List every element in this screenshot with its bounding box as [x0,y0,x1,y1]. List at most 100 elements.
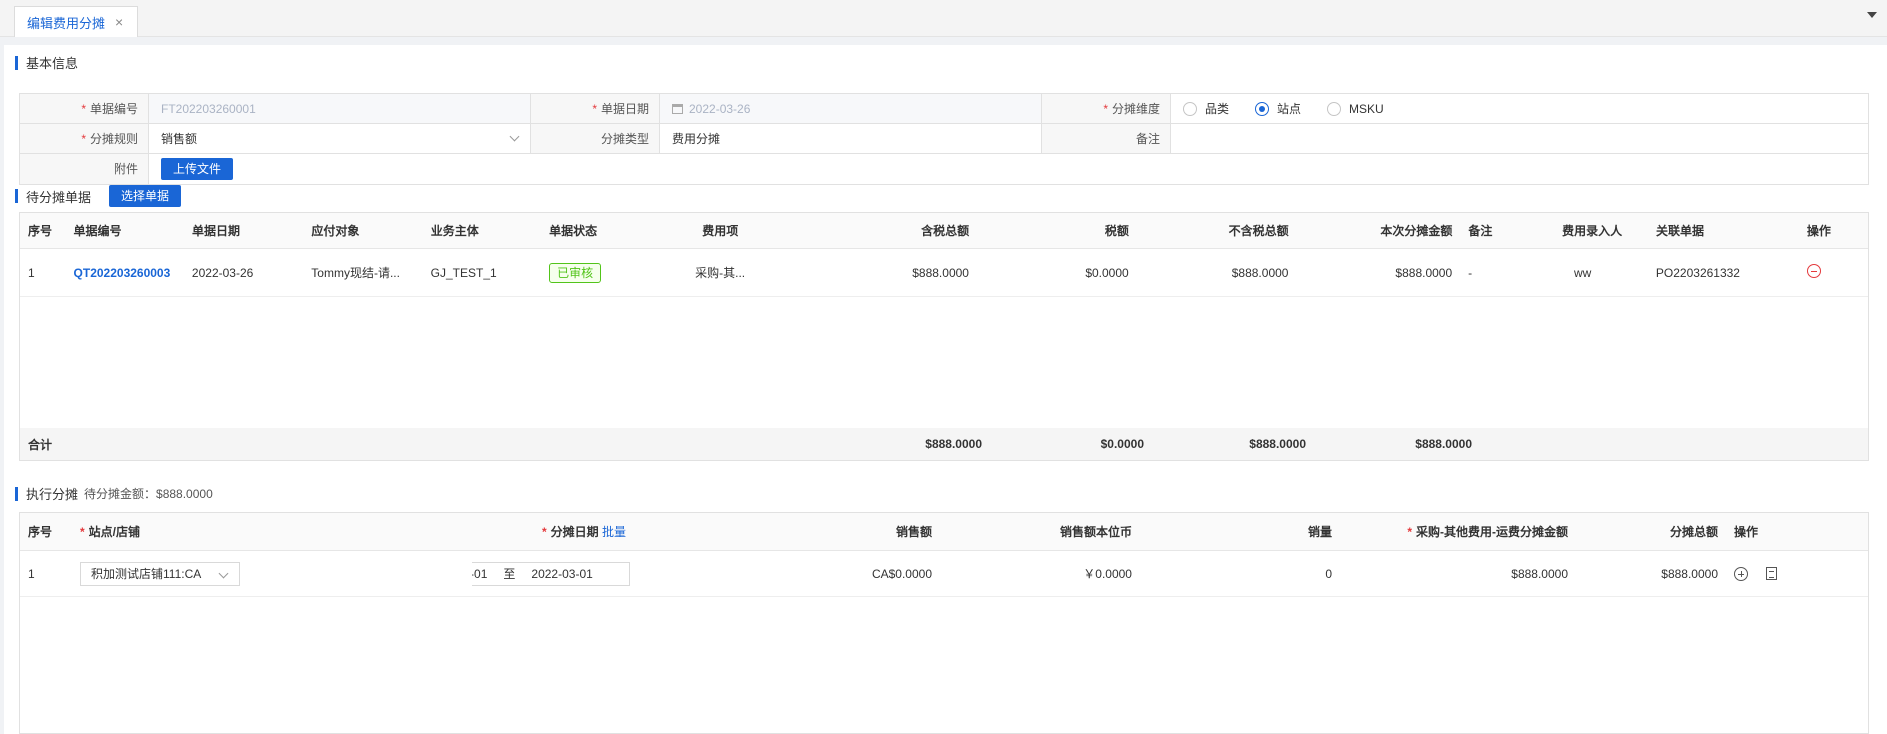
section-marker [15,189,18,203]
cell-idx: 1 [28,265,35,280]
dimension-label: * 分摊维度 [1042,94,1171,123]
doc-date-label: * 单据日期 [531,94,660,123]
cell-entity: GJ_TEST_1 [430,265,497,280]
remark-label: 备注 [1042,124,1171,153]
attach-label: 附件 [20,154,149,184]
col-tax: 税额 [1104,224,1129,238]
total-excl: $888.0000 [1249,437,1306,451]
cell-related: PO2203261332 [1655,265,1740,280]
section-marker [15,486,18,501]
cell-op [1726,566,1806,581]
cell-qty: 0 [1325,566,1332,581]
cell-remark: - [1468,265,1473,280]
select-docs-button[interactable]: 选择单据 [109,185,182,207]
total-incl: $888.0000 [925,437,982,451]
table-row: 1 积加测试店铺111:CA 2022-03-01 至 2022-03-01 C… [20,551,1868,597]
col-total-incl: 含税总额 [921,224,970,238]
col-sales: 销售额 [895,525,932,539]
cell-date: 2022-03-26 [191,265,254,280]
col-fee-item: 费用项 [702,224,739,238]
col-sales-local: 销售额本位币 [1059,525,1132,539]
radio-icon [1183,101,1197,116]
cell-site: 积加测试店铺111:CA [72,561,472,586]
col-op: 操作 [1806,224,1831,238]
cell-idx: 1 [28,566,35,581]
col-idx: 序号 [28,525,53,539]
radio-msku[interactable]: MSKU [1327,94,1384,124]
col-alloc: 本次分摊金额 [1380,224,1453,238]
date-to[interactable]: 2022-03-01 [531,567,592,581]
col-date: 单据日期 [191,224,240,238]
tab-edit-allocation[interactable]: 编辑费用分摊 × [14,6,139,37]
col-remark: 备注 [1468,224,1493,238]
site-select[interactable]: 积加测试店铺111:CA [80,561,240,586]
cell-total-incl: $888.0000 [912,265,969,280]
col-alloc-total: 分摊总额 [1669,525,1718,539]
basic-info-form: * 单据编号 FT202203260001 * 单据日期 2022-03-26 * 分… [19,93,1869,185]
doc-no-label: * 单据编号 [20,94,149,123]
table-row: 1 QT202203260003 2022-03-26 Tommy现结-请...… [20,249,1868,297]
col-entity: 业务主体 [430,224,479,238]
col-op: 操作 [1734,525,1759,539]
col-doc-no: 单据编号 [73,224,122,238]
section-execute: 执行分摊 待分摊金额：$888.0000 [15,484,213,503]
close-icon[interactable]: × [115,14,123,30]
cell-sales-local: ￥0.0000 [1083,567,1132,581]
cell-sales: CA$0.0000 [871,566,932,581]
cell-fee-item: 采购-其... [695,266,746,280]
col-qty: 销量 [1307,525,1332,539]
remove-circle-icon[interactable] [1806,264,1821,278]
calendar-icon [672,103,683,114]
doc-no-field: FT202203260001 [149,94,531,123]
add-circle-icon[interactable] [1734,566,1748,581]
radio-category[interactable]: 品类 [1183,94,1229,124]
date-range-picker[interactable]: 2022-03-01 至 2022-03-01 [472,561,630,586]
total-tax: $0.0000 [1100,437,1144,451]
type-label: 分摊类型 [531,124,660,153]
col-site: * 站点/店铺 [80,525,141,539]
date-from[interactable]: 2022-03-01 [472,567,487,581]
tab-label: 编辑费用分摊 [27,15,106,31]
tab-bar: 编辑费用分摊 × [0,0,1887,37]
radio-selected-icon [1255,101,1270,116]
col-date: * 分摊日期 批量 [542,525,627,539]
cell-fee: $888.0000 [1511,566,1568,581]
total-row: 合计 $888.0000 $0.0000 $888.0000 $888.0000 [20,428,1868,460]
col-idx: 序号 [28,224,53,238]
radio-site[interactable]: 站点 [1255,94,1301,124]
section-pending: 待分摊单据 选择单据 [15,185,182,207]
upload-file-button[interactable]: 上传文件 [161,158,234,180]
pending-docs-table: 序号 单据编号 单据日期 应付对象 业务主体 单据状态 费用项 含税总额 税额 … [19,212,1869,461]
cell-payee: Tommy现结-请... [311,266,400,280]
section-basic: 基本信息 [15,53,78,72]
doc-date-field: 2022-03-26 [660,94,1042,123]
doc-no-link[interactable]: QT202203260003 [66,266,184,280]
col-fee: * 采购-其他费用-运费分摊金额 [1407,525,1568,539]
rule-label: * 分摊规则 [20,124,149,153]
date-separator: 至 [503,567,516,581]
remark-field[interactable] [1171,124,1868,153]
attach-field: 上传文件 [149,154,1868,184]
main-content: 基本信息 * 单据编号 FT202203260001 * 单据日期 2022-03-… [4,45,1887,734]
total-alloc: $888.0000 [1415,437,1472,451]
cell-tax: $0.0000 [1085,265,1129,280]
type-value: 费用分摊 [660,124,1042,153]
col-total-excl: 不含税总额 [1228,224,1289,238]
total-label: 合计 [28,437,53,452]
cell-date-range: 2022-03-01 至 2022-03-01 [472,561,752,586]
col-payee: 应付对象 [311,224,360,238]
rule-select[interactable]: 销售额 [149,124,531,153]
section-title-basic: 基本信息 [26,56,79,71]
table-header: 序号 * 站点/店铺 * 分摊日期 批量 销售额 销售额本位币 销量 * 采购-其他费… [20,513,1868,551]
chevron-down-icon[interactable] [1867,12,1877,18]
cell-total-excl: $888.0000 [1231,265,1289,280]
section-title-pending: 待分摊单据 [26,189,92,205]
dimension-radio-group: 品类 站点 MSKU [1171,94,1868,123]
status-badge: 已审核 [549,262,602,283]
table-header: 序号 单据编号 单据日期 应付对象 业务主体 单据状态 费用项 含税总额 税额 … [20,213,1868,249]
col-related: 关联单据 [1655,224,1704,238]
document-icon[interactable] [1766,567,1777,580]
execute-allocation-table: 序号 * 站点/店铺 * 分摊日期 批量 销售额 销售额本位币 销量 * 采购-其他费… [19,512,1869,734]
cell-alloc-total: $888.0000 [1661,566,1718,581]
batch-link[interactable]: 批量 [602,525,626,539]
